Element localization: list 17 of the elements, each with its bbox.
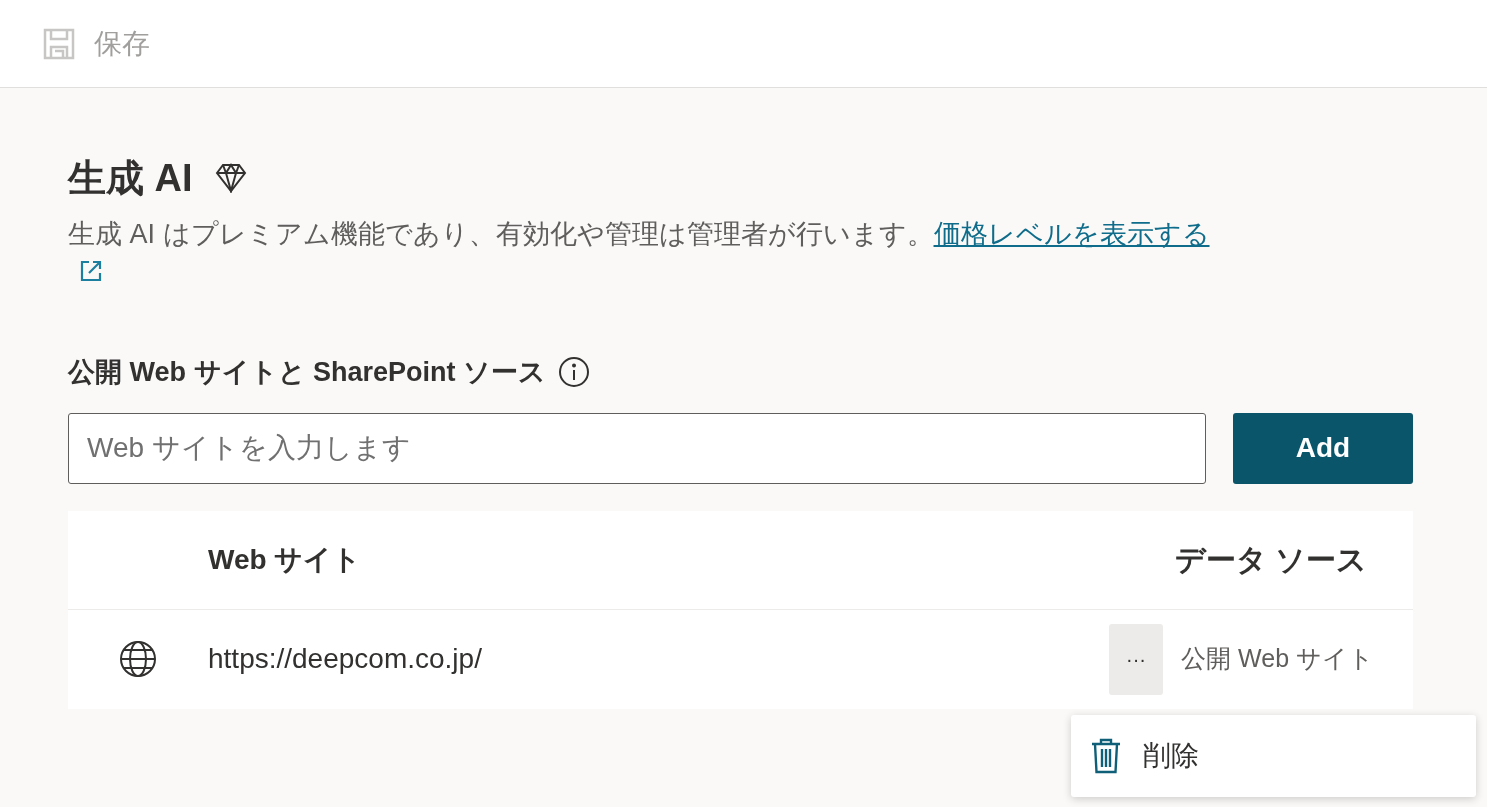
- website-input[interactable]: Web サイトを入力します: [68, 412, 1206, 484]
- column-header: データ ソース: [1174, 542, 1368, 578]
- diamond-icon: [214, 163, 247, 193]
- external-link-icon: [80, 260, 102, 282]
- table-cell-text: 公開 Web サイト: [1180, 643, 1375, 675]
- globe-icon: [119, 640, 157, 678]
- table-cell-text: https://deepcom.co.jp/: [208, 642, 483, 676]
- description-text: 生成 AI はプレミアム機能であり、有効化や管理は管理者が行います。価格レベルを表示する: [68, 218, 1211, 251]
- info-icon[interactable]: [558, 356, 591, 389]
- column-header: Web サイト: [208, 542, 363, 577]
- trash-icon: [1091, 738, 1121, 774]
- save-icon: [42, 26, 76, 61]
- pricing-link[interactable]: 価格レベルを表示する: [933, 219, 1210, 249]
- more-button[interactable]: ···: [1109, 623, 1163, 695]
- add-button[interactable]: Add: [1233, 412, 1413, 484]
- section-heading: 公開 Web サイトと SharePoint ソース: [68, 356, 547, 389]
- section-title: 生成 AI: [68, 156, 193, 201]
